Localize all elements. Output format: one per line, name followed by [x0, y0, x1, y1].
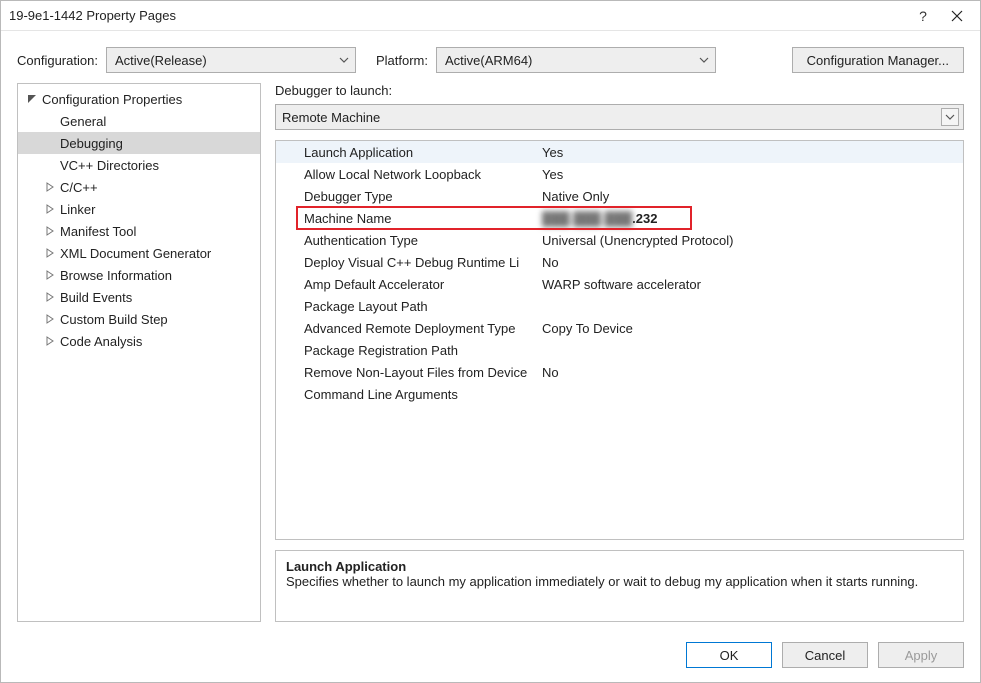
- property-value[interactable]: Native Only: [536, 185, 963, 207]
- tree-item[interactable]: XML Document Generator: [18, 242, 260, 264]
- property-grid[interactable]: Launch ApplicationYesAllow Local Network…: [275, 140, 964, 540]
- debugger-to-launch-label: Debugger to launch:: [275, 83, 964, 98]
- property-label: Deploy Visual C++ Debug Runtime Li: [276, 251, 536, 273]
- tree-item[interactable]: Custom Build Step: [18, 308, 260, 330]
- property-label: Advanced Remote Deployment Type: [276, 317, 536, 339]
- tree-item-label: Code Analysis: [58, 334, 142, 349]
- platform-select[interactable]: Active(ARM64): [436, 47, 716, 73]
- property-label: Allow Local Network Loopback: [276, 163, 536, 185]
- property-label: Authentication Type: [276, 229, 536, 251]
- property-row[interactable]: Allow Local Network LoopbackYes: [276, 163, 963, 185]
- description-body: Specifies whether to launch my applicati…: [286, 574, 953, 589]
- property-row[interactable]: Amp Default AcceleratorWARP software acc…: [276, 273, 963, 295]
- property-row[interactable]: Launch ApplicationYes: [276, 141, 963, 163]
- cancel-button[interactable]: Cancel: [782, 642, 868, 668]
- property-value[interactable]: No: [536, 361, 963, 383]
- property-value[interactable]: [536, 383, 963, 405]
- property-value[interactable]: WARP software accelerator: [536, 273, 963, 295]
- tree-item-label: XML Document Generator: [58, 246, 211, 261]
- tree-item[interactable]: VC++ Directories: [18, 154, 260, 176]
- tree-item-label: Browse Information: [58, 268, 172, 283]
- window-title: 19-9e1-1442 Property Pages: [9, 8, 906, 23]
- tree-item[interactable]: General: [18, 110, 260, 132]
- tree-item[interactable]: Manifest Tool: [18, 220, 260, 242]
- property-value[interactable]: ███.███.███.232: [536, 207, 963, 229]
- tree-item[interactable]: Browse Information: [18, 264, 260, 286]
- property-row[interactable]: Debugger TypeNative Only: [276, 185, 963, 207]
- close-icon: [951, 10, 963, 22]
- expand-icon[interactable]: [42, 245, 58, 261]
- property-value[interactable]: Copy To Device: [536, 317, 963, 339]
- property-row[interactable]: Advanced Remote Deployment TypeCopy To D…: [276, 317, 963, 339]
- nav-tree[interactable]: Configuration Properties General Debugging…: [17, 83, 261, 622]
- tree-item-label: Build Events: [58, 290, 132, 305]
- property-row[interactable]: Deploy Visual C++ Debug Runtime LiNo: [276, 251, 963, 273]
- expand-icon[interactable]: [42, 311, 58, 327]
- property-label: Package Layout Path: [276, 295, 536, 317]
- tree-item-label: Manifest Tool: [58, 224, 136, 239]
- platform-label: Platform:: [376, 53, 428, 68]
- tree-item[interactable]: Debugging: [18, 132, 260, 154]
- collapse-icon[interactable]: [24, 91, 40, 107]
- expand-icon[interactable]: [42, 267, 58, 283]
- tree-item-label: Debugging: [58, 136, 123, 151]
- chevron-down-icon: [339, 55, 349, 65]
- toolbar: Configuration: Active(Release) Platform:…: [1, 31, 980, 83]
- expand-icon[interactable]: [42, 289, 58, 305]
- chevron-down-icon: [941, 108, 959, 126]
- configuration-select[interactable]: Active(Release): [106, 47, 356, 73]
- configuration-manager-button[interactable]: Configuration Manager...: [792, 47, 964, 73]
- property-label: Debugger Type: [276, 185, 536, 207]
- chevron-down-icon: [699, 55, 709, 65]
- debugger-to-launch-value: Remote Machine: [282, 110, 380, 125]
- property-row[interactable]: Package Registration Path: [276, 339, 963, 361]
- property-value[interactable]: Yes: [536, 141, 963, 163]
- property-row[interactable]: Remove Non-Layout Files from DeviceNo: [276, 361, 963, 383]
- tree-item-label: Custom Build Step: [58, 312, 168, 327]
- property-label: Command Line Arguments: [276, 383, 536, 405]
- description-title: Launch Application: [286, 559, 953, 574]
- expand-icon[interactable]: [42, 179, 58, 195]
- expand-icon[interactable]: [42, 333, 58, 349]
- tree-item[interactable]: C/C++: [18, 176, 260, 198]
- tree-item[interactable]: Build Events: [18, 286, 260, 308]
- property-row[interactable]: Command Line Arguments: [276, 383, 963, 405]
- property-label: Machine Name: [276, 207, 536, 229]
- property-row[interactable]: Authentication TypeUniversal (Unencrypte…: [276, 229, 963, 251]
- configuration-value: Active(Release): [115, 53, 207, 68]
- property-label: Package Registration Path: [276, 339, 536, 361]
- help-button[interactable]: ?: [906, 4, 940, 28]
- property-label: Remove Non-Layout Files from Device: [276, 361, 536, 383]
- description-panel: Launch Application Specifies whether to …: [275, 550, 964, 622]
- property-label: Amp Default Accelerator: [276, 273, 536, 295]
- ok-button[interactable]: OK: [686, 642, 772, 668]
- tree-item-label: Configuration Properties: [40, 92, 182, 107]
- property-value[interactable]: [536, 295, 963, 317]
- tree-item-label: Linker: [58, 202, 95, 217]
- property-row[interactable]: Package Layout Path: [276, 295, 963, 317]
- property-row[interactable]: Machine Name███.███.███.232: [276, 207, 963, 229]
- debugger-to-launch-select[interactable]: Remote Machine: [275, 104, 964, 130]
- dialog-footer: OK Cancel Apply: [1, 632, 980, 682]
- platform-value: Active(ARM64): [445, 53, 532, 68]
- property-pages-dialog: 19-9e1-1442 Property Pages ? Configurati…: [0, 0, 981, 683]
- titlebar: 19-9e1-1442 Property Pages ?: [1, 1, 980, 31]
- tree-item-label: General: [58, 114, 106, 129]
- tree-item[interactable]: Code Analysis: [18, 330, 260, 352]
- tree-item-label: C/C++: [58, 180, 98, 195]
- property-value[interactable]: No: [536, 251, 963, 273]
- tree-item-label: VC++ Directories: [58, 158, 159, 173]
- configuration-label: Configuration:: [17, 53, 98, 68]
- apply-button[interactable]: Apply: [878, 642, 964, 668]
- property-value[interactable]: Universal (Unencrypted Protocol): [536, 229, 963, 251]
- tree-item[interactable]: Configuration Properties: [18, 88, 260, 110]
- tree-item[interactable]: Linker: [18, 198, 260, 220]
- expand-icon[interactable]: [42, 223, 58, 239]
- expand-icon[interactable]: [42, 201, 58, 217]
- close-button[interactable]: [940, 4, 974, 28]
- property-value[interactable]: Yes: [536, 163, 963, 185]
- property-label: Launch Application: [276, 141, 536, 163]
- property-value[interactable]: [536, 339, 963, 361]
